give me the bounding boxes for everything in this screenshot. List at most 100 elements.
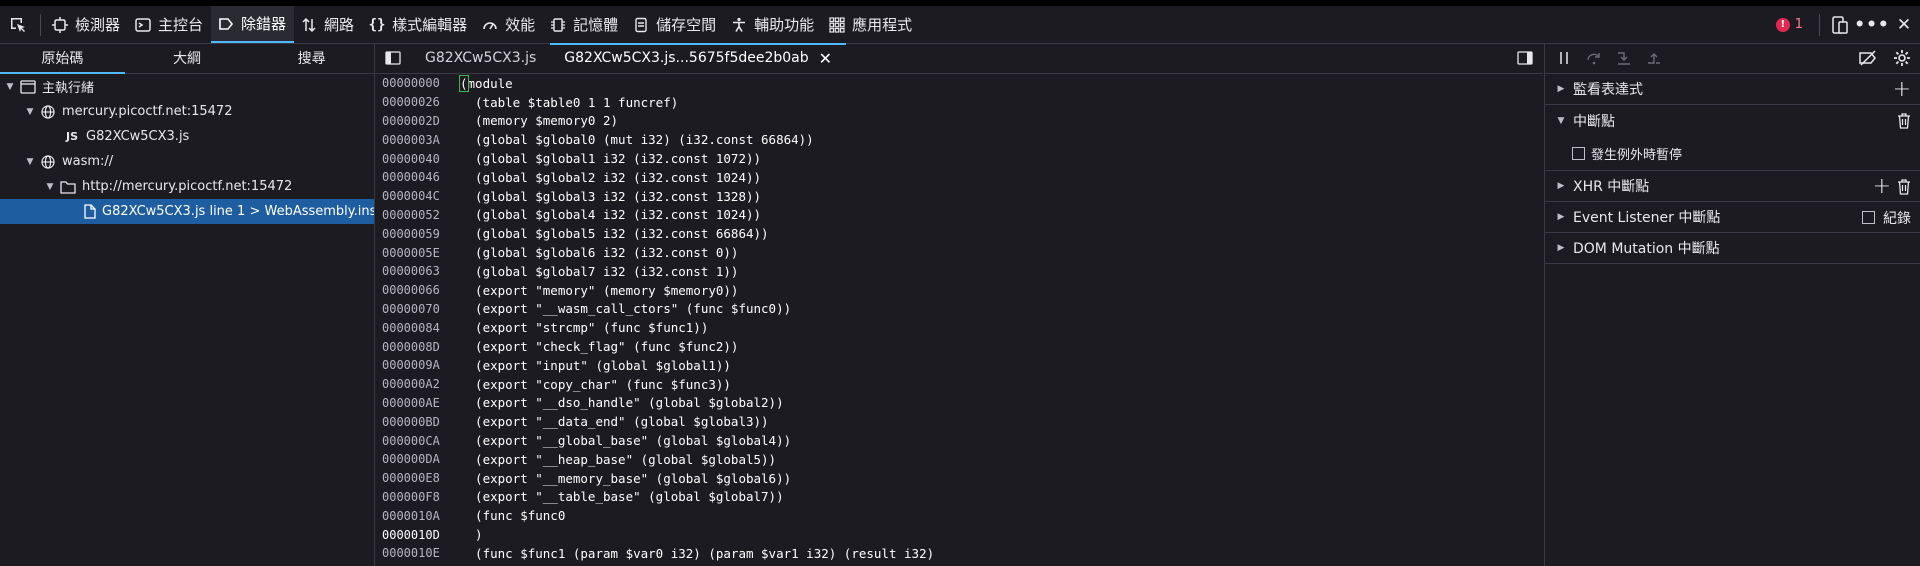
expand-arrow-icon[interactable]: ▼: [24, 107, 36, 117]
code-line[interactable]: 00000052 (global $global4 i32 (i32.const…: [375, 206, 1543, 225]
line-address[interactable]: 0000008D: [375, 340, 452, 354]
code-line[interactable]: 0000008D (export "check_flag" (func $fun…: [375, 337, 1543, 356]
dom-mutation-breakpoints-header[interactable]: ▶ DOM Mutation 中斷點: [1545, 233, 1920, 264]
code-line[interactable]: 0000002D (memory $memory0 2): [375, 112, 1543, 131]
tab-memory[interactable]: 記憶體: [543, 6, 626, 43]
xhr-breakpoints-header[interactable]: ▶ XHR 中斷點 +: [1545, 171, 1920, 202]
code-line[interactable]: 00000059 (global $global5 i32 (i32.const…: [375, 224, 1543, 243]
tab-network[interactable]: 網路: [294, 6, 362, 43]
event-listener-breakpoints-header[interactable]: ▶ Event Listener 中斷點 紀錄: [1545, 202, 1920, 233]
element-picker-button[interactable]: [0, 6, 36, 43]
code-line[interactable]: 00000066 (export "memory" (memory $memor…: [375, 281, 1543, 300]
code-line[interactable]: 00000063 (global $global7 i32 (i32.const…: [375, 262, 1543, 281]
line-address[interactable]: 0000005E: [375, 246, 452, 260]
code-line[interactable]: 00000000 (module: [375, 74, 1543, 93]
deactivate-breakpoints-button[interactable]: [1853, 43, 1883, 73]
close-tab-icon[interactable]: ✕: [819, 49, 832, 68]
trash-icon[interactable]: [1897, 178, 1911, 195]
code-line[interactable]: 000000E8 (export "__memory_base" (global…: [375, 469, 1543, 488]
code-line[interactable]: 00000040 (global $global1 i32 (i32.const…: [375, 149, 1543, 168]
code-line[interactable]: 0000010E (func $func1 (param $var0 i32) …: [375, 544, 1543, 563]
add-watch-icon[interactable]: +: [1893, 77, 1911, 102]
debugger-settings-button[interactable]: [1887, 43, 1917, 73]
tree-item-folder[interactable]: ▼ http://mercury.picoctf.net:15472: [0, 174, 374, 199]
pause-on-exceptions-row[interactable]: 發生例外時暫停: [1545, 136, 1920, 171]
code-line[interactable]: 000000BD (export "__data_end" (global $g…: [375, 412, 1543, 431]
line-address[interactable]: 0000003A: [375, 133, 452, 147]
line-address[interactable]: 00000052: [375, 208, 452, 222]
tab-inspector[interactable]: 檢測器: [45, 6, 128, 43]
line-address[interactable]: 00000059: [375, 227, 452, 241]
tab-accessibility[interactable]: 輔助功能: [724, 6, 822, 43]
step-over-button[interactable]: [1579, 43, 1609, 73]
expand-arrow-icon[interactable]: ▼: [24, 157, 36, 167]
tab-search[interactable]: 搜尋: [249, 43, 374, 73]
code-line[interactable]: 00000070 (export "__wasm_call_ctors" (fu…: [375, 300, 1543, 319]
step-out-button[interactable]: [1639, 43, 1669, 73]
code-line[interactable]: 0000005E (global $global6 i32 (i32.const…: [375, 243, 1543, 262]
line-address[interactable]: 000000E8: [375, 471, 452, 485]
code-line[interactable]: 000000AE (export "__dso_handle" (global …: [375, 394, 1543, 413]
toggle-sources-panel-button[interactable]: [375, 43, 411, 73]
tab-storage[interactable]: 儲存空間: [626, 6, 724, 43]
line-address[interactable]: 00000026: [375, 95, 452, 109]
close-devtools-button[interactable]: ✕: [1888, 6, 1920, 43]
log-events-checkbox[interactable]: [1862, 211, 1875, 224]
code-line[interactable]: 0000003A (global $global0 (mut i32) (i32…: [375, 130, 1543, 149]
code-line[interactable]: 00000084 (export "strcmp" (func $func1)): [375, 318, 1543, 337]
line-address[interactable]: 0000010D: [375, 528, 452, 542]
add-xhr-breakpoint-icon[interactable]: +: [1873, 174, 1891, 199]
line-address[interactable]: 000000DA: [375, 452, 452, 466]
code-view[interactable]: 00000000 (module 00000026 (table $table0 1…: [375, 74, 1543, 566]
tree-item-wasm[interactable]: ▼ wasm://: [0, 149, 374, 174]
watch-expressions-header[interactable]: ▶ 監看表達式 +: [1545, 74, 1920, 105]
tab-performance[interactable]: 效能: [475, 6, 543, 43]
code-line[interactable]: 00000046 (global $global2 i32 (i32.const…: [375, 168, 1543, 187]
line-address[interactable]: 00000070: [375, 302, 452, 316]
code-line[interactable]: 0000009A (export "input" (global $global…: [375, 356, 1543, 375]
toggle-debugger-panel-button[interactable]: [1507, 43, 1543, 73]
more-options-button[interactable]: •••: [1854, 6, 1889, 43]
line-address[interactable]: 00000063: [375, 264, 452, 278]
line-address[interactable]: 000000A2: [375, 377, 452, 391]
tab-sources[interactable]: 原始碼: [0, 43, 125, 74]
line-address[interactable]: 0000004C: [375, 189, 452, 203]
code-line[interactable]: 000000CA (export "__global_base" (global…: [375, 431, 1543, 450]
trash-icon[interactable]: [1897, 112, 1911, 129]
line-address[interactable]: 00000046: [375, 170, 452, 184]
code-line[interactable]: 0000004C (global $global3 i32 (i32.const…: [375, 187, 1543, 206]
error-count-badge[interactable]: ! 1: [1775, 17, 1803, 32]
editor-tab-wasm[interactable]: G82XCw5CX3.js...5675f5dee2b0ab ✕: [550, 43, 847, 73]
tab-debugger[interactable]: 除錯器: [211, 6, 295, 43]
line-address[interactable]: 0000009A: [375, 358, 452, 372]
tab-outline[interactable]: 大綱: [125, 43, 250, 73]
code-line[interactable]: 000000A2 (export "copy_char" (func $func…: [375, 375, 1543, 394]
tab-console[interactable]: 主控台: [128, 6, 211, 43]
tree-item-main-thread[interactable]: ▼ 主執行緒: [0, 74, 374, 99]
line-address[interactable]: 0000010E: [375, 546, 452, 560]
code-line[interactable]: 000000DA (export "__heap_base" (global $…: [375, 450, 1543, 469]
tree-item-js-file[interactable]: JS G82XCw5CX3.js: [0, 124, 374, 149]
line-address[interactable]: 000000AE: [375, 396, 452, 410]
responsive-design-button[interactable]: [1824, 6, 1856, 43]
pause-on-exceptions-checkbox[interactable]: [1572, 146, 1585, 160]
tree-item-host[interactable]: ▼ mercury.picoctf.net:15472: [0, 99, 374, 124]
line-address[interactable]: 0000010A: [375, 509, 452, 523]
code-line[interactable]: 000000F8 (export "__table_base" (global …: [375, 488, 1543, 507]
code-line[interactable]: 00000026 (table $table0 1 1 funcref): [375, 93, 1543, 112]
expand-arrow-icon[interactable]: ▼: [44, 182, 56, 192]
line-address[interactable]: 000000BD: [375, 415, 452, 429]
editor-tab-js[interactable]: G82XCw5CX3.js: [411, 43, 550, 73]
tab-application[interactable]: 應用程式: [822, 6, 920, 43]
pause-button[interactable]: [1549, 43, 1579, 73]
line-address[interactable]: 000000F8: [375, 490, 452, 504]
code-line[interactable]: 0000010A (func $func0: [375, 506, 1543, 525]
line-address[interactable]: 00000040: [375, 152, 452, 166]
step-in-button[interactable]: [1609, 43, 1639, 73]
tree-item-wasm-file[interactable]: G82XCw5CX3.js line 1 > WebAssembly.insta…: [0, 199, 374, 224]
line-address[interactable]: 00000066: [375, 283, 452, 297]
line-address[interactable]: 000000CA: [375, 434, 452, 448]
expand-arrow-icon[interactable]: ▼: [4, 82, 16, 92]
tab-style-editor[interactable]: {} 樣式編輯器: [362, 6, 475, 43]
code-line[interactable]: 0000010D ): [375, 525, 1543, 544]
